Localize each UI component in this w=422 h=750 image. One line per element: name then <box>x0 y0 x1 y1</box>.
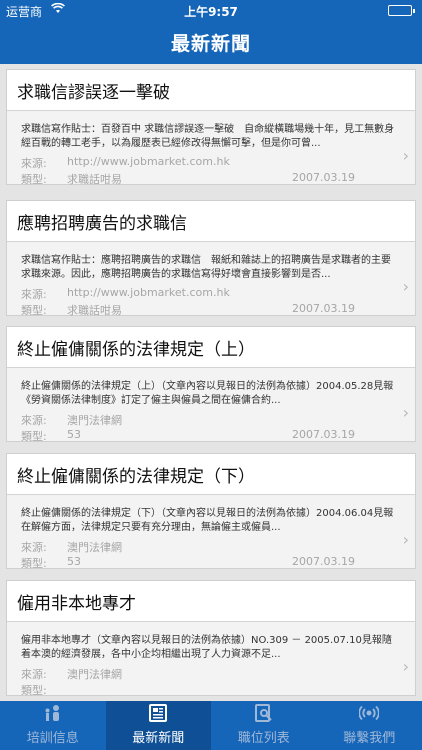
source-label: 來源: <box>21 157 47 170</box>
news-type-row: 類型: 53 2007.03.19 <box>21 428 395 444</box>
status-bar: 运营商 上午9:57 <box>0 0 422 20</box>
status-time: 上午9:57 <box>184 5 238 19</box>
tab-label: 最新新聞 <box>132 731 185 746</box>
news-card[interactable]: 終止僱傭關係的法律規定（上） 終止僱傭關係的法律規定（上）（文章內容以見報日的法… <box>6 326 416 444</box>
chevron-right-icon: › <box>402 146 409 165</box>
news-source-row: 來源: http://www.jobmarket.com.hk <box>21 155 395 171</box>
type-label: 類型: <box>21 684 47 697</box>
source-label: 來源: <box>21 414 47 427</box>
search-list-icon <box>253 703 275 723</box>
type-label: 類型: <box>21 430 47 443</box>
tab-latest-news[interactable]: 最新新聞 <box>105 701 211 750</box>
news-summary: 僱用非本地專才（文章內容以見報日的法例為依據）NO.309 － 2005.07.… <box>21 635 392 660</box>
news-source-row: 來源: http://www.jobmarket.com.hk <box>21 286 395 302</box>
type-value <box>67 682 285 698</box>
news-source-row: 來源: 澳門法律網 <box>21 412 395 428</box>
news-title: 僱用非本地專才 <box>7 581 415 622</box>
source-label: 來源: <box>21 288 47 301</box>
navigation-bar: 最新新聞 <box>0 20 422 64</box>
type-label: 類型: <box>21 304 47 317</box>
page-title: 最新新聞 <box>170 32 251 55</box>
news-title: 求職信謬誤逐一擊破 <box>7 70 415 111</box>
type-label: 類型: <box>21 557 47 570</box>
tab-label: 職位列表 <box>237 731 290 746</box>
news-card[interactable]: 應聘招聘廣告的求職信 求職信寫作貼士：應聘招聘廣告的求職信 報紙和雜誌上的招聘廣… <box>6 200 416 318</box>
news-title: 應聘招聘廣告的求職信 <box>7 201 415 242</box>
type-label: 類型: <box>21 173 47 186</box>
type-value: 求職話咁易 <box>67 173 122 186</box>
tab-label: 聯繫我們 <box>343 731 396 746</box>
news-summary: 求職信寫作貼士：百發百中 求職信謬誤逐一擊破 自命縱橫職場幾十年，見工無數身經百… <box>21 124 395 149</box>
broadcast-icon <box>358 703 380 723</box>
news-icon <box>147 703 169 723</box>
people-icon <box>42 703 64 723</box>
chevron-right-icon: › <box>402 657 409 676</box>
battery-icon <box>388 5 415 16</box>
news-card[interactable]: 終止僱傭關係的法律規定（下） 終止僱傭關係的法律規定（下）（文章內容以見報日的法… <box>6 453 416 571</box>
news-source-row: 來源: 澳門法律網 <box>21 666 395 682</box>
news-source-row: 來源: 澳門法律網 <box>21 539 395 555</box>
news-date <box>285 682 395 698</box>
news-card[interactable]: 僱用非本地專才 僱用非本地專才（文章內容以見報日的法例為依據）NO.309 － … <box>6 580 416 698</box>
news-summary: 終止僱傭關係的法律規定（下）（文章內容以見報日的法例為依據）2004.06.04… <box>21 508 394 533</box>
news-type-row: 類型: 53 2007.03.19 <box>21 555 395 571</box>
tab-bar: 培訓信息 最新新聞 職位列表 聯繫我們 <box>0 701 422 750</box>
source-value: 澳門法律網 <box>67 541 122 554</box>
tab-contact-us[interactable]: 聯繫我們 <box>317 701 422 750</box>
source-value: http://www.jobmarket.com.hk <box>67 286 230 299</box>
news-type-row: 類型: <box>21 682 395 698</box>
tab-training-info[interactable]: 培訓信息 <box>0 701 106 750</box>
chevron-right-icon: › <box>402 277 409 296</box>
tab-job-list[interactable]: 職位列表 <box>211 701 317 750</box>
news-date: 2007.03.19 <box>292 428 355 441</box>
source-value: 澳門法律網 <box>67 414 122 427</box>
news-type-row: 類型: 求職話咁易 2007.03.19 <box>21 302 395 318</box>
news-card[interactable]: 求職信謬誤逐一擊破 求職信寫作貼士：百發百中 求職信謬誤逐一擊破 自命縱橫職場幾… <box>6 69 416 187</box>
type-value: 53 <box>67 428 81 441</box>
chevron-right-icon: › <box>402 530 409 549</box>
source-label: 來源: <box>21 668 47 681</box>
news-title: 終止僱傭關係的法律規定（上） <box>7 327 415 368</box>
type-value: 求職話咁易 <box>67 304 122 317</box>
news-summary: 求職信寫作貼士：應聘招聘廣告的求職信 報紙和雜誌上的招聘廣告是求職者的主要求職來… <box>21 255 391 280</box>
news-date: 2007.03.19 <box>292 302 355 315</box>
news-type-row: 類型: 求職話咁易 2007.03.19 <box>21 171 395 187</box>
source-label: 來源: <box>21 541 47 554</box>
source-value: 澳門法律網 <box>67 668 122 681</box>
news-summary: 終止僱傭關係的法律規定（上）（文章內容以見報日的法例為依據）2004.05.28… <box>21 381 394 406</box>
news-date: 2007.03.19 <box>292 555 355 568</box>
tab-label: 培訓信息 <box>26 731 79 746</box>
news-title: 終止僱傭關係的法律規定（下） <box>7 454 415 495</box>
source-value: http://www.jobmarket.com.hk <box>67 155 230 168</box>
news-date: 2007.03.19 <box>292 171 355 184</box>
chevron-right-icon: › <box>402 403 409 422</box>
news-list[interactable]: 求職信謬誤逐一擊破 求職信寫作貼士：百發百中 求職信謬誤逐一擊破 自命縱橫職場幾… <box>0 64 422 701</box>
type-value: 53 <box>67 555 81 568</box>
